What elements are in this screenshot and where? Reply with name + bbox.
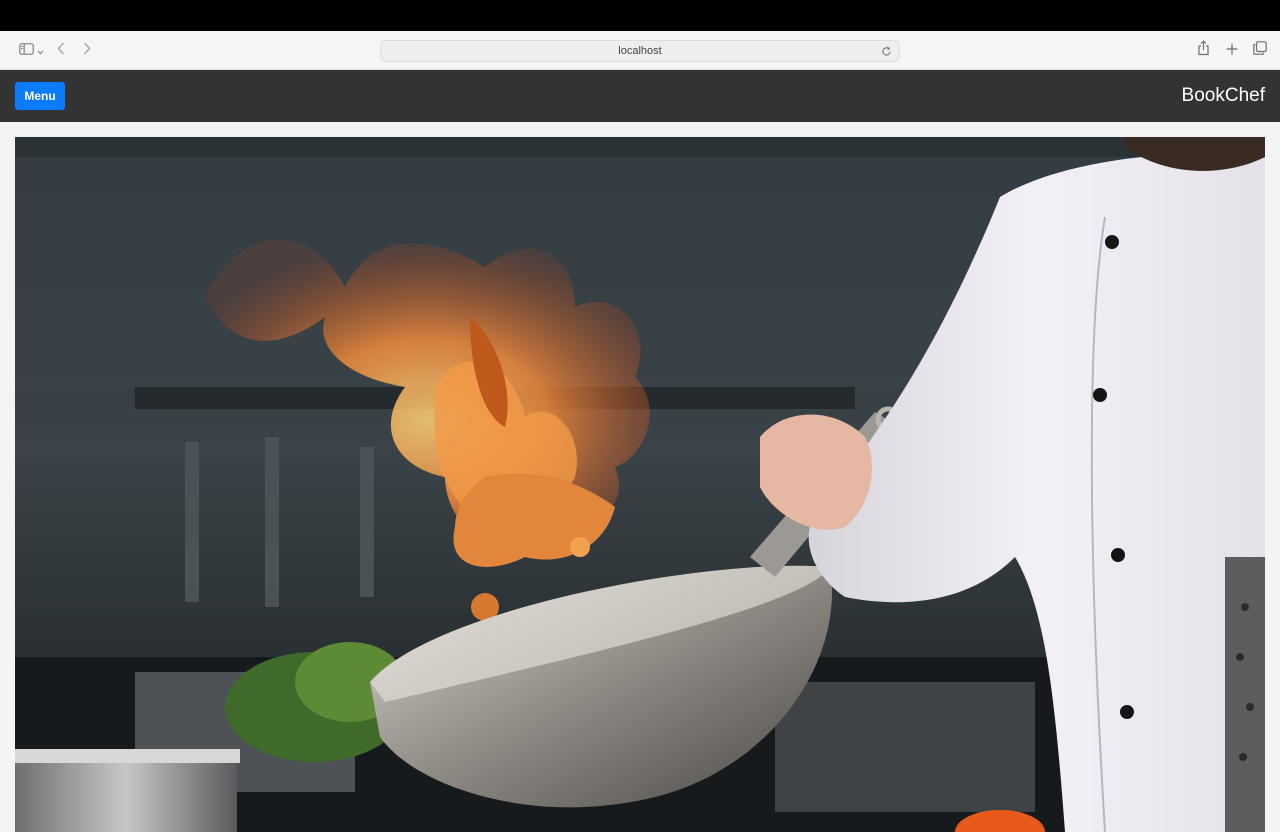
plus-icon: [1226, 42, 1238, 60]
toolbar-right-group: [1195, 31, 1268, 70]
chevron-left-icon: [57, 42, 65, 60]
sidebar-icon: [18, 42, 34, 60]
new-tab-button[interactable]: [1223, 41, 1240, 61]
sidebar-toggle-button[interactable]: [14, 39, 48, 63]
share-button[interactable]: [1195, 40, 1212, 61]
app-header: Menu BookChef: [0, 70, 1280, 122]
brand-title[interactable]: BookChef: [1182, 85, 1265, 107]
share-icon: [1197, 40, 1210, 61]
hero-image: [15, 137, 1265, 832]
chevron-right-icon: [83, 42, 91, 60]
browser-toolbar: localhost: [0, 31, 1280, 70]
chevron-down-icon: [37, 42, 44, 60]
tabs-overview-icon: [1252, 41, 1267, 60]
url-text: localhost: [618, 45, 662, 57]
menu-button[interactable]: Menu: [15, 82, 65, 110]
main-content: [0, 122, 1280, 832]
hero-illustration: [15, 137, 1265, 832]
forward-button[interactable]: [74, 39, 100, 63]
back-button[interactable]: [48, 39, 74, 63]
toolbar-left-group: [14, 31, 100, 70]
address-bar[interactable]: localhost: [380, 40, 900, 62]
tabs-overview-button[interactable]: [1251, 41, 1268, 61]
window-top-bar: [0, 0, 1280, 31]
reload-icon[interactable]: [879, 44, 893, 58]
